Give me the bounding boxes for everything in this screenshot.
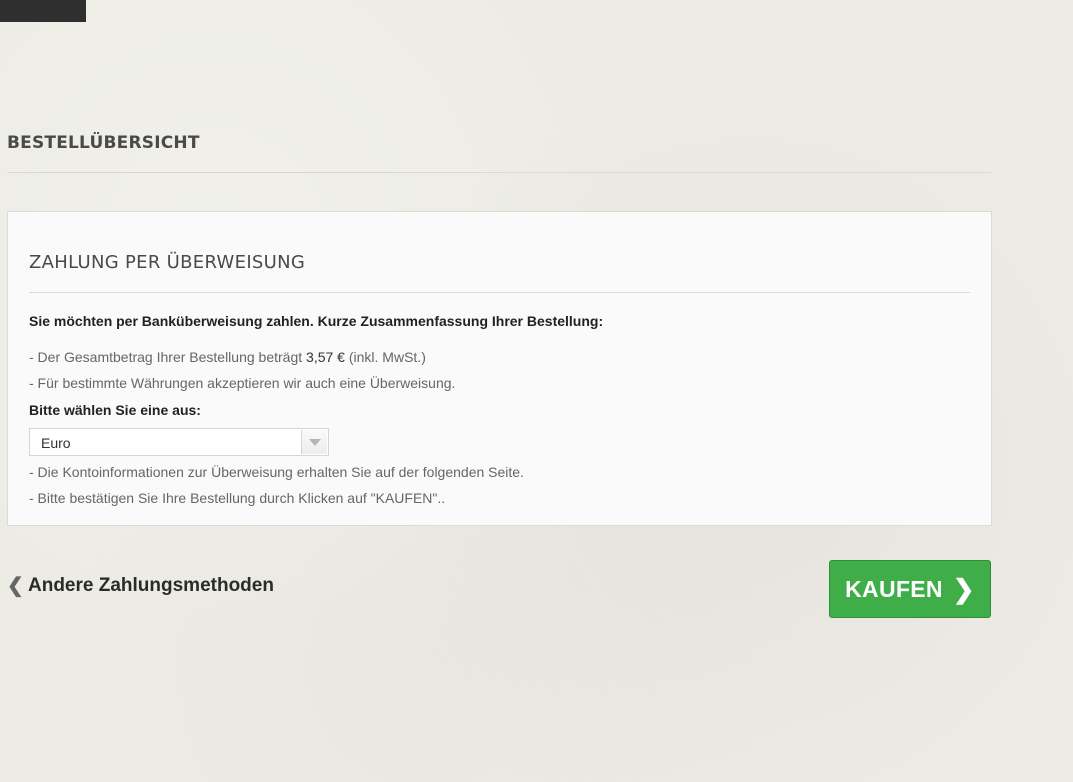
total-line: - Der Gesamtbetrag Ihrer Bestellung betr…: [29, 349, 426, 365]
chevron-down-icon[interactable]: [301, 430, 327, 454]
buy-button[interactable]: KAUFEN ❯: [829, 560, 991, 618]
select-label: Bitte wählen Sie eine aus:: [29, 402, 201, 418]
other-payment-methods-link[interactable]: ❮ Andere Zahlungsmethoden: [7, 573, 274, 598]
chevron-left-icon: ❮: [7, 575, 24, 597]
total-suffix: (inkl. MwSt.): [344, 349, 426, 365]
total-prefix: - Der Gesamtbetrag Ihrer Bestellung betr…: [29, 349, 307, 365]
total-amount: 3,57 €: [306, 349, 345, 365]
currency-select[interactable]: Euro: [29, 428, 329, 456]
account-info-note: - Die Kontoinformationen zur Überweisung…: [29, 464, 524, 480]
page-title: BESTELLÜBERSICHT: [7, 133, 992, 173]
intro-text: Sie möchten per Banküberweisung zahlen. …: [29, 313, 604, 329]
payment-card: ZAHLUNG PER ÜBERWEISUNG Sie möchten per …: [7, 211, 992, 526]
chevron-right-icon: ❯: [952, 573, 975, 604]
back-link-label: Andere Zahlungsmethoden: [28, 574, 274, 596]
buy-button-label: KAUFEN: [845, 575, 943, 602]
currency-select-value: Euro: [41, 435, 71, 451]
confirm-note: - Bitte bestätigen Sie Ihre Bestellung d…: [29, 490, 446, 506]
top-dark-block: [0, 0, 86, 22]
card-title: ZAHLUNG PER ÜBERWEISUNG: [29, 252, 970, 293]
currency-note: - Für bestimmte Währungen akzeptieren wi…: [29, 375, 456, 391]
